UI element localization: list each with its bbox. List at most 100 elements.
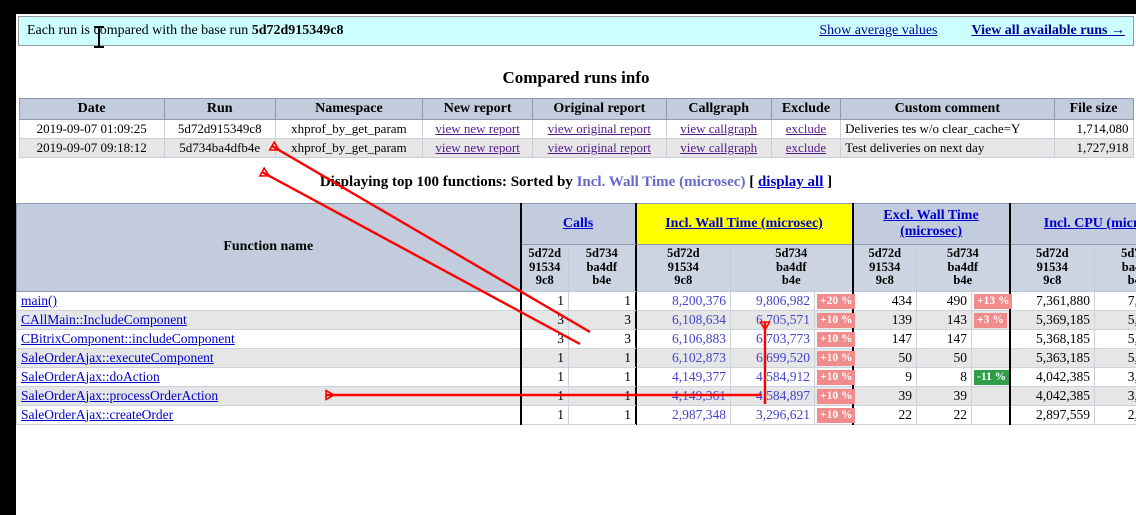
function-link[interactable]: SaleOrderAjax::executeComponent bbox=[21, 350, 214, 365]
excl-wall-delta: +3 % bbox=[971, 309, 1011, 330]
sort-prefix: Displaying top 100 functions: Sorted by bbox=[319, 174, 577, 190]
excl-wall-run-a: 9 bbox=[851, 366, 918, 387]
incl-wall-run-a: 6,106,883 bbox=[634, 328, 732, 349]
report-page: Each run is compared with the base run 5… bbox=[16, 14, 1136, 515]
calls-run-a: 1 bbox=[519, 290, 569, 311]
incl-wall-run-a: 4,149,361 bbox=[634, 385, 732, 406]
function-name-cell: SaleOrderAjax::doAction bbox=[16, 366, 521, 387]
calls-run-a: 3 bbox=[519, 309, 569, 330]
excl-wall-delta: +13 % bbox=[971, 290, 1013, 311]
view-all-runs-link[interactable]: View all available runs → bbox=[972, 23, 1126, 39]
exclude-cell: exclude bbox=[770, 138, 842, 158]
run-b-line-1: 5d734 bbox=[1121, 246, 1136, 260]
run-a-line-1: 5d72d bbox=[528, 246, 562, 260]
table-row: 2019-09-07 01:09:25 5d72d915349c8 xhprof… bbox=[18, 119, 1134, 139]
run-a-line-1: 5d72d bbox=[868, 246, 902, 260]
table-row: SaleOrderAjax::doAction 1 1 4,149,377 4,584,… bbox=[16, 366, 1136, 387]
incl-wall-run-b: 6,705,571 bbox=[730, 309, 816, 330]
excl-wall-run-a: 22 bbox=[851, 404, 918, 425]
subheader-calls-run-a: 5d72d 91534 9c8 bbox=[519, 244, 569, 292]
show-average-values-link[interactable]: Show average values bbox=[819, 23, 937, 39]
run-date: 2019-09-07 09:18:12 bbox=[18, 138, 165, 158]
base-run-prefix: Each run is compared with the base run bbox=[27, 23, 252, 38]
calls-run-b: 1 bbox=[568, 385, 636, 406]
incl-cpu-run-b: 2,828,57 bbox=[1094, 404, 1136, 425]
run-a-line-1: 5d72d bbox=[1035, 246, 1069, 260]
incl-wall-run-a: 2,987,348 bbox=[634, 404, 732, 425]
run-b-line-3: b4e bbox=[781, 273, 801, 287]
run-b-line-2: ba4df bbox=[586, 259, 618, 274]
table-row: SaleOrderAjax::createOrder 1 1 2,987,348 3,2… bbox=[16, 404, 1136, 425]
run-b-line-2: ba4df bbox=[947, 259, 979, 274]
excl-wall-run-b: 8 bbox=[916, 366, 973, 387]
base-run-id: 5d72d915349c8 bbox=[251, 23, 344, 38]
calls-run-a: 1 bbox=[519, 385, 569, 406]
view-callgraph-link[interactable]: view callgraph bbox=[680, 121, 757, 136]
group-header-incl-cpu: Incl. CPU (micro bbox=[1008, 203, 1136, 245]
subheader-incl-cpu-run-a: 5d72d 91534 9c8 bbox=[1008, 244, 1096, 292]
run-b-line-3: b4e bbox=[953, 273, 973, 287]
function-link[interactable]: SaleOrderAjax::doAction bbox=[21, 369, 160, 384]
excl-wall-run-a: 147 bbox=[851, 328, 918, 349]
delta-badge: +10 % bbox=[817, 332, 856, 347]
function-link[interactable]: main() bbox=[21, 293, 57, 308]
run-b-line-2: ba4df bbox=[1121, 259, 1136, 274]
calls-run-b: 1 bbox=[568, 290, 636, 311]
run-namespace: xhprof_by_get_param bbox=[274, 119, 424, 139]
view-callgraph-link[interactable]: view callgraph bbox=[680, 140, 757, 155]
callgraph-cell: view callgraph bbox=[665, 138, 772, 158]
new-report-cell: view new report bbox=[422, 119, 534, 139]
incl-wall-delta: +10 % bbox=[814, 404, 856, 425]
incl-cpu-run-a: 5,369,185 bbox=[1008, 309, 1096, 330]
exclude-link[interactable]: exclude bbox=[786, 140, 826, 155]
excl-wall-run-b: 147 bbox=[916, 328, 973, 349]
base-run-text: Each run is compared with the base run 5… bbox=[27, 23, 344, 39]
incl-cpu-run-a: 4,042,385 bbox=[1008, 385, 1096, 406]
run-a-line-1: 5d72d bbox=[666, 246, 700, 260]
run-a-line-3: 9c8 bbox=[535, 273, 554, 287]
calls-run-b: 3 bbox=[568, 309, 636, 330]
sort-by-calls-link[interactable]: Calls bbox=[563, 216, 593, 231]
col-run: Run bbox=[163, 98, 276, 120]
run-file-size: 1,714,080 bbox=[1053, 119, 1134, 139]
excl-wall-run-b: 22 bbox=[916, 404, 973, 425]
function-link[interactable]: SaleOrderAjax::processOrderAction bbox=[21, 388, 218, 403]
subheader-incl-wall-run-a: 5d72d 91534 9c8 bbox=[634, 244, 732, 292]
display-all-link[interactable]: display all bbox=[758, 174, 823, 190]
run-b-line-3: b4e bbox=[592, 273, 612, 287]
sort-by-incl-cpu-link[interactable]: Incl. CPU (micro bbox=[1044, 216, 1136, 231]
function-link[interactable]: CAllMain::IncludeComponent bbox=[21, 312, 187, 327]
view-original-report-link[interactable]: view original report bbox=[548, 121, 651, 136]
table-row: main() 1 1 8,200,376 9,806,982 +20 % 434 490 +13… bbox=[16, 290, 1136, 311]
sort-by-excl-wall-link[interactable]: Excl. Wall Time (microsec) bbox=[883, 208, 978, 239]
sort-info-line: Displaying top 100 functions: Sorted by … bbox=[16, 174, 1136, 191]
excl-wall-delta bbox=[971, 347, 1011, 368]
run-a-line-2: 91534 bbox=[869, 259, 901, 274]
sort-by-incl-wall-link[interactable]: Incl. Wall Time (microsec) bbox=[665, 216, 823, 231]
incl-wall-delta: +20 % bbox=[814, 290, 856, 311]
delta-badge: +3 % bbox=[974, 313, 1007, 328]
compared-runs-header-row: Date Run Namespace New report Original r… bbox=[18, 98, 1134, 120]
view-new-report-link[interactable]: view new report bbox=[435, 140, 519, 155]
incl-cpu-run-a: 5,368,185 bbox=[1008, 328, 1096, 349]
incl-wall-run-b: 4,584,912 bbox=[730, 366, 816, 387]
incl-cpu-run-a: 7,361,880 bbox=[1008, 290, 1096, 311]
function-link[interactable]: SaleOrderAjax::createOrder bbox=[21, 407, 173, 422]
excl-wall-delta: -11 % bbox=[971, 366, 1011, 387]
run-a-line-2: 91534 bbox=[667, 259, 699, 274]
exclude-link[interactable]: exclude bbox=[786, 121, 826, 136]
function-name-cell: CBitrixComponent::includeComponent bbox=[16, 328, 521, 349]
view-original-report-link[interactable]: view original report bbox=[548, 140, 651, 155]
incl-cpu-run-b: 3,969,39 bbox=[1094, 385, 1136, 406]
run-file-size: 1,727,918 bbox=[1053, 138, 1134, 158]
incl-cpu-run-a: 4,042,385 bbox=[1008, 366, 1096, 387]
incl-wall-delta: +10 % bbox=[814, 385, 856, 406]
col-exclude: Exclude bbox=[770, 98, 842, 120]
run-b-line-1: 5d734 bbox=[775, 246, 808, 260]
view-new-report-link[interactable]: view new report bbox=[435, 121, 519, 136]
function-link[interactable]: CBitrixComponent::includeComponent bbox=[21, 331, 235, 346]
function-name-cell: main() bbox=[16, 290, 521, 311]
incl-wall-run-a: 6,102,873 bbox=[634, 347, 732, 368]
delta-badge: +10 % bbox=[817, 313, 856, 328]
bracket-close: ] bbox=[823, 174, 833, 190]
